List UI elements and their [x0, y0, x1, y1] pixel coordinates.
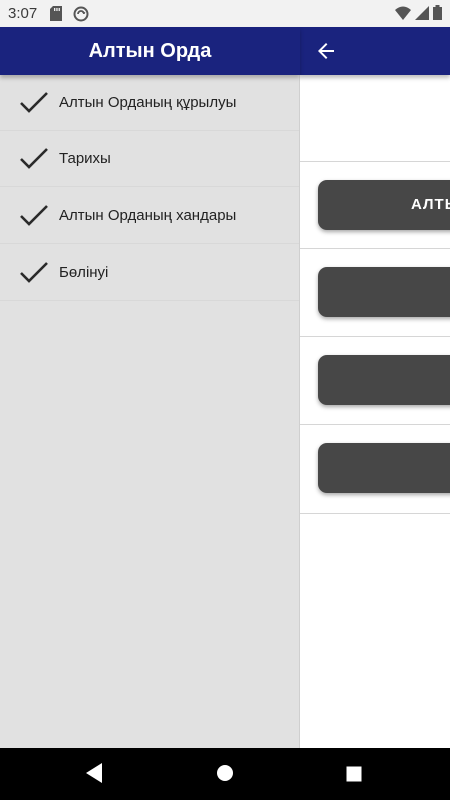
drawer-item-label: Тарихы: [59, 150, 111, 167]
battery-icon: [433, 5, 442, 24]
drawer-item-history[interactable]: Тарихы: [0, 131, 299, 187]
content-row-2: [300, 248, 450, 337]
content-row-4: [300, 424, 450, 514]
recents-square-icon[interactable]: [346, 766, 362, 787]
drawer-item-division[interactable]: Бөлінуі: [0, 245, 299, 301]
drawer-item-label: Бөлінуі: [59, 264, 109, 281]
content-row-3: [300, 336, 450, 425]
drawer-item-khans[interactable]: Алтын Орданың хандары: [0, 188, 299, 244]
navigation-drawer: Алтын Орда Алтын Орданың құрылуы Тарихы …: [0, 27, 300, 748]
status-right-icons: [395, 5, 442, 24]
back-arrow-icon[interactable]: [314, 39, 338, 63]
drawer-item-label: Алтын Орданың хандары: [59, 207, 237, 224]
drawer-item-founding[interactable]: Алтын Орданың құрылуы: [0, 75, 299, 131]
content-button-2[interactable]: [318, 267, 450, 317]
home-circle-icon[interactable]: [216, 764, 234, 787]
content-app-bar: [300, 27, 450, 75]
content-button-1[interactable]: АЛТЫ: [318, 180, 450, 230]
status-bar: 3:07: [0, 0, 450, 27]
check-icon: [20, 91, 48, 115]
content-panel: АЛТЫ: [300, 27, 450, 748]
sync-icon: [73, 6, 89, 26]
sd-card-icon: [50, 6, 62, 25]
back-triangle-icon[interactable]: [85, 762, 103, 789]
wifi-icon: [395, 6, 411, 24]
content-row-1: АЛТЫ: [300, 161, 450, 249]
system-nav-bar: [0, 748, 450, 800]
content-button-4[interactable]: [318, 443, 450, 493]
status-time: 3:07: [8, 5, 38, 22]
drawer-item-label: Алтын Орданың құрылуы: [59, 94, 237, 111]
screen: 3:07 АЛТ Алтын Орда Алтын Орданың құрылу…: [0, 0, 450, 800]
signal-icon: [415, 5, 429, 24]
drawer-header: Алтын Орда: [0, 27, 300, 75]
content-button-3[interactable]: [318, 355, 450, 405]
check-icon: [20, 147, 48, 171]
check-icon: [20, 204, 48, 228]
drawer-title: Алтын Орда: [88, 40, 212, 62]
check-icon: [20, 261, 48, 285]
